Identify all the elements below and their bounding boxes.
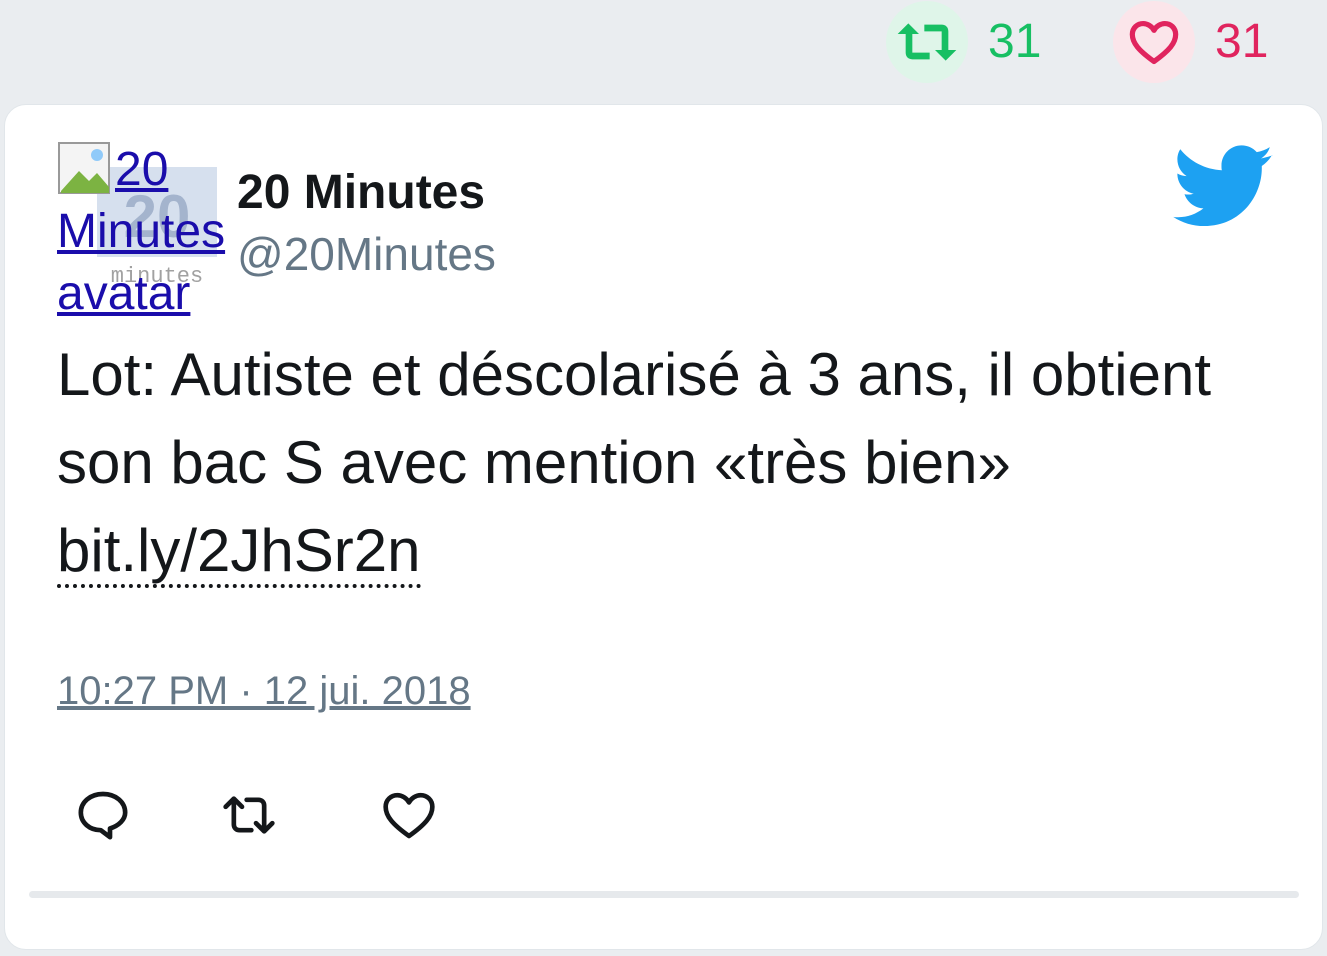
like-icon[interactable] xyxy=(381,787,437,843)
avatar-alt-text: 20 Minutes avatar xyxy=(57,139,247,325)
like-stat-circle[interactable] xyxy=(1113,1,1195,83)
heart-icon xyxy=(1129,20,1179,65)
like-count: 31 xyxy=(1215,15,1269,68)
tweet-body: Lot: Autiste et déscolarisé à 3 ans, il … xyxy=(57,331,1257,595)
retweet-stat[interactable]: 31 xyxy=(886,0,1041,84)
avatar-alt-line-3: avatar xyxy=(57,267,191,320)
avatar-link[interactable]: 20 minutes 20 Minutes avatar xyxy=(57,139,247,320)
retweet-count: 31 xyxy=(988,15,1042,68)
twitter-bird-icon[interactable] xyxy=(1173,145,1275,229)
engagement-stats: 31 31 xyxy=(0,0,1327,100)
retweet-icon[interactable] xyxy=(221,787,277,843)
avatar-alt-line-2: Minutes xyxy=(57,205,226,258)
like-stat[interactable]: 31 xyxy=(1113,0,1268,84)
tweet-link[interactable]: bit.ly/2JhSr2n xyxy=(57,517,421,588)
tweet-card: 20 minutes 20 Minutes avatar 20 Minutes … xyxy=(4,104,1323,950)
author-name[interactable]: 20 Minutes xyxy=(237,165,485,220)
retweet-icon xyxy=(897,23,957,61)
card-divider xyxy=(29,891,1299,898)
retweet-stat-circle[interactable] xyxy=(886,1,968,83)
reply-icon[interactable] xyxy=(75,787,131,843)
tweet-timestamp[interactable]: 10:27 PM · 12 jui. 2018 xyxy=(57,669,471,714)
author-handle[interactable]: @20Minutes xyxy=(237,227,496,281)
avatar-alt-line-1: 20 xyxy=(115,143,169,196)
tweet-text: Lot: Autiste et déscolarisé à 3 ans, il … xyxy=(57,341,1212,496)
